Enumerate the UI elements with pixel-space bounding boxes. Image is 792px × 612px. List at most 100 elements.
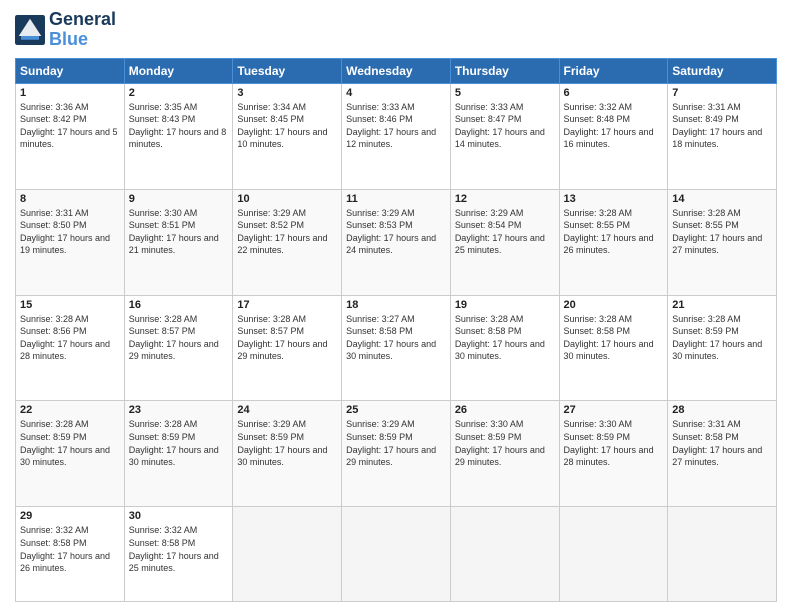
calendar-cell bbox=[233, 507, 342, 602]
cell-info: Sunrise: 3:35 AMSunset: 8:43 PMDaylight:… bbox=[129, 101, 229, 151]
calendar-cell: 5 Sunrise: 3:33 AMSunset: 8:47 PMDaylight… bbox=[450, 83, 559, 189]
calendar-cell: 28 Sunrise: 3:31 AMSunset: 8:58 PMDayligh… bbox=[668, 401, 777, 507]
cell-info: Sunrise: 3:28 AMSunset: 8:59 PMDaylight:… bbox=[129, 418, 229, 468]
cell-info: Sunrise: 3:33 AMSunset: 8:46 PMDaylight:… bbox=[346, 101, 446, 151]
day-number: 6 bbox=[564, 87, 664, 99]
weekday-header-thursday: Thursday bbox=[450, 58, 559, 83]
calendar-week-row: 1 Sunrise: 3:36 AMSunset: 8:42 PMDaylight… bbox=[16, 83, 777, 189]
cell-info: Sunrise: 3:28 AMSunset: 8:55 PMDaylight:… bbox=[672, 207, 772, 257]
calendar-cell: 6 Sunrise: 3:32 AMSunset: 8:48 PMDaylight… bbox=[559, 83, 668, 189]
day-number: 25 bbox=[346, 404, 446, 416]
day-number: 18 bbox=[346, 299, 446, 311]
cell-info: Sunrise: 3:28 AMSunset: 8:59 PMDaylight:… bbox=[20, 418, 120, 468]
logo: General Blue bbox=[15, 10, 116, 50]
cell-info: Sunrise: 3:31 AMSunset: 8:50 PMDaylight:… bbox=[20, 207, 120, 257]
cell-info: Sunrise: 3:29 AMSunset: 8:59 PMDaylight:… bbox=[346, 418, 446, 468]
calendar-header-row: SundayMondayTuesdayWednesdayThursdayFrid… bbox=[16, 58, 777, 83]
day-number: 16 bbox=[129, 299, 229, 311]
day-number: 29 bbox=[20, 510, 120, 522]
calendar-cell: 17 Sunrise: 3:28 AMSunset: 8:57 PMDayligh… bbox=[233, 295, 342, 401]
day-number: 10 bbox=[237, 193, 337, 205]
calendar-cell: 22Sunrise: 3:28 AMSunset: 8:59 PMDayligh… bbox=[16, 401, 125, 507]
calendar-cell: 23 Sunrise: 3:28 AMSunset: 8:59 PMDayligh… bbox=[124, 401, 233, 507]
calendar-cell bbox=[450, 507, 559, 602]
calendar-cell: 11 Sunrise: 3:29 AMSunset: 8:53 PMDayligh… bbox=[342, 189, 451, 295]
cell-info: Sunrise: 3:32 AMSunset: 8:48 PMDaylight:… bbox=[564, 101, 664, 151]
cell-info: Sunrise: 3:30 AMSunset: 8:59 PMDaylight:… bbox=[455, 418, 555, 468]
cell-info: Sunrise: 3:27 AMSunset: 8:58 PMDaylight:… bbox=[346, 313, 446, 363]
day-number: 19 bbox=[455, 299, 555, 311]
cell-info: Sunrise: 3:36 AMSunset: 8:42 PMDaylight:… bbox=[20, 101, 120, 151]
cell-info: Sunrise: 3:28 AMSunset: 8:58 PMDaylight:… bbox=[564, 313, 664, 363]
calendar-week-row: 8 Sunrise: 3:31 AMSunset: 8:50 PMDaylight… bbox=[16, 189, 777, 295]
cell-info: Sunrise: 3:31 AMSunset: 8:58 PMDaylight:… bbox=[672, 418, 772, 468]
calendar-table: SundayMondayTuesdayWednesdayThursdayFrid… bbox=[15, 58, 777, 602]
cell-info: Sunrise: 3:28 AMSunset: 8:55 PMDaylight:… bbox=[564, 207, 664, 257]
day-number: 27 bbox=[564, 404, 664, 416]
day-number: 4 bbox=[346, 87, 446, 99]
cell-info: Sunrise: 3:28 AMSunset: 8:59 PMDaylight:… bbox=[672, 313, 772, 363]
day-number: 2 bbox=[129, 87, 229, 99]
day-number: 11 bbox=[346, 193, 446, 205]
day-number: 5 bbox=[455, 87, 555, 99]
calendar-cell: 20 Sunrise: 3:28 AMSunset: 8:58 PMDayligh… bbox=[559, 295, 668, 401]
cell-info: Sunrise: 3:32 AMSunset: 8:58 PMDaylight:… bbox=[20, 524, 120, 574]
calendar-cell: 27 Sunrise: 3:30 AMSunset: 8:59 PMDayligh… bbox=[559, 401, 668, 507]
day-number: 23 bbox=[129, 404, 229, 416]
calendar-cell: 10 Sunrise: 3:29 AMSunset: 8:52 PMDayligh… bbox=[233, 189, 342, 295]
weekday-header-sunday: Sunday bbox=[16, 58, 125, 83]
cell-info: Sunrise: 3:30 AMSunset: 8:59 PMDaylight:… bbox=[564, 418, 664, 468]
calendar-cell: 4 Sunrise: 3:33 AMSunset: 8:46 PMDaylight… bbox=[342, 83, 451, 189]
calendar-cell: 13 Sunrise: 3:28 AMSunset: 8:55 PMDayligh… bbox=[559, 189, 668, 295]
weekday-header-tuesday: Tuesday bbox=[233, 58, 342, 83]
calendar-cell: 3 Sunrise: 3:34 AMSunset: 8:45 PMDaylight… bbox=[233, 83, 342, 189]
calendar-cell: 12 Sunrise: 3:29 AMSunset: 8:54 PMDayligh… bbox=[450, 189, 559, 295]
weekday-header-wednesday: Wednesday bbox=[342, 58, 451, 83]
calendar-cell: 16 Sunrise: 3:28 AMSunset: 8:57 PMDayligh… bbox=[124, 295, 233, 401]
day-number: 12 bbox=[455, 193, 555, 205]
calendar-cell bbox=[668, 507, 777, 602]
calendar-cell: 26Sunrise: 3:30 AMSunset: 8:59 PMDayligh… bbox=[450, 401, 559, 507]
calendar-cell: 8 Sunrise: 3:31 AMSunset: 8:50 PMDaylight… bbox=[16, 189, 125, 295]
cell-info: Sunrise: 3:29 AMSunset: 8:59 PMDaylight:… bbox=[237, 418, 337, 468]
cell-info: Sunrise: 3:30 AMSunset: 8:51 PMDaylight:… bbox=[129, 207, 229, 257]
cell-info: Sunrise: 3:32 AMSunset: 8:58 PMDaylight:… bbox=[129, 524, 229, 574]
cell-info: Sunrise: 3:29 AMSunset: 8:52 PMDaylight:… bbox=[237, 207, 337, 257]
calendar-cell: 21Sunrise: 3:28 AMSunset: 8:59 PMDayligh… bbox=[668, 295, 777, 401]
cell-info: Sunrise: 3:34 AMSunset: 8:45 PMDaylight:… bbox=[237, 101, 337, 151]
day-number: 17 bbox=[237, 299, 337, 311]
calendar-cell: 19 Sunrise: 3:28 AMSunset: 8:58 PMDayligh… bbox=[450, 295, 559, 401]
weekday-header-saturday: Saturday bbox=[668, 58, 777, 83]
day-number: 28 bbox=[672, 404, 772, 416]
cell-info: Sunrise: 3:28 AMSunset: 8:58 PMDaylight:… bbox=[455, 313, 555, 363]
logo-icon bbox=[15, 15, 45, 45]
page: General Blue SundayMondayTuesdayWednesda… bbox=[0, 0, 792, 612]
day-number: 24 bbox=[237, 404, 337, 416]
cell-info: Sunrise: 3:28 AMSunset: 8:57 PMDaylight:… bbox=[129, 313, 229, 363]
cell-info: Sunrise: 3:31 AMSunset: 8:49 PMDaylight:… bbox=[672, 101, 772, 151]
day-number: 7 bbox=[672, 87, 772, 99]
day-number: 3 bbox=[237, 87, 337, 99]
cell-info: Sunrise: 3:29 AMSunset: 8:54 PMDaylight:… bbox=[455, 207, 555, 257]
day-number: 13 bbox=[564, 193, 664, 205]
header: General Blue bbox=[15, 10, 777, 50]
weekday-header-friday: Friday bbox=[559, 58, 668, 83]
cell-info: Sunrise: 3:29 AMSunset: 8:53 PMDaylight:… bbox=[346, 207, 446, 257]
calendar-cell bbox=[559, 507, 668, 602]
calendar-cell: 1 Sunrise: 3:36 AMSunset: 8:42 PMDaylight… bbox=[16, 83, 125, 189]
day-number: 15 bbox=[20, 299, 120, 311]
day-number: 8 bbox=[20, 193, 120, 205]
day-number: 9 bbox=[129, 193, 229, 205]
day-number: 30 bbox=[129, 510, 229, 522]
cell-info: Sunrise: 3:33 AMSunset: 8:47 PMDaylight:… bbox=[455, 101, 555, 151]
cell-info: Sunrise: 3:28 AMSunset: 8:57 PMDaylight:… bbox=[237, 313, 337, 363]
calendar-cell: 24 Sunrise: 3:29 AMSunset: 8:59 PMDayligh… bbox=[233, 401, 342, 507]
calendar-cell: 9 Sunrise: 3:30 AMSunset: 8:51 PMDaylight… bbox=[124, 189, 233, 295]
calendar-cell: 29 Sunrise: 3:32 AMSunset: 8:58 PMDayligh… bbox=[16, 507, 125, 602]
calendar-cell: 14Sunrise: 3:28 AMSunset: 8:55 PMDayligh… bbox=[668, 189, 777, 295]
day-number: 20 bbox=[564, 299, 664, 311]
calendar-cell: 2 Sunrise: 3:35 AMSunset: 8:43 PMDaylight… bbox=[124, 83, 233, 189]
cell-info: Sunrise: 3:28 AMSunset: 8:56 PMDaylight:… bbox=[20, 313, 120, 363]
day-number: 1 bbox=[20, 87, 120, 99]
calendar-cell: 7 Sunrise: 3:31 AMSunset: 8:49 PMDaylight… bbox=[668, 83, 777, 189]
